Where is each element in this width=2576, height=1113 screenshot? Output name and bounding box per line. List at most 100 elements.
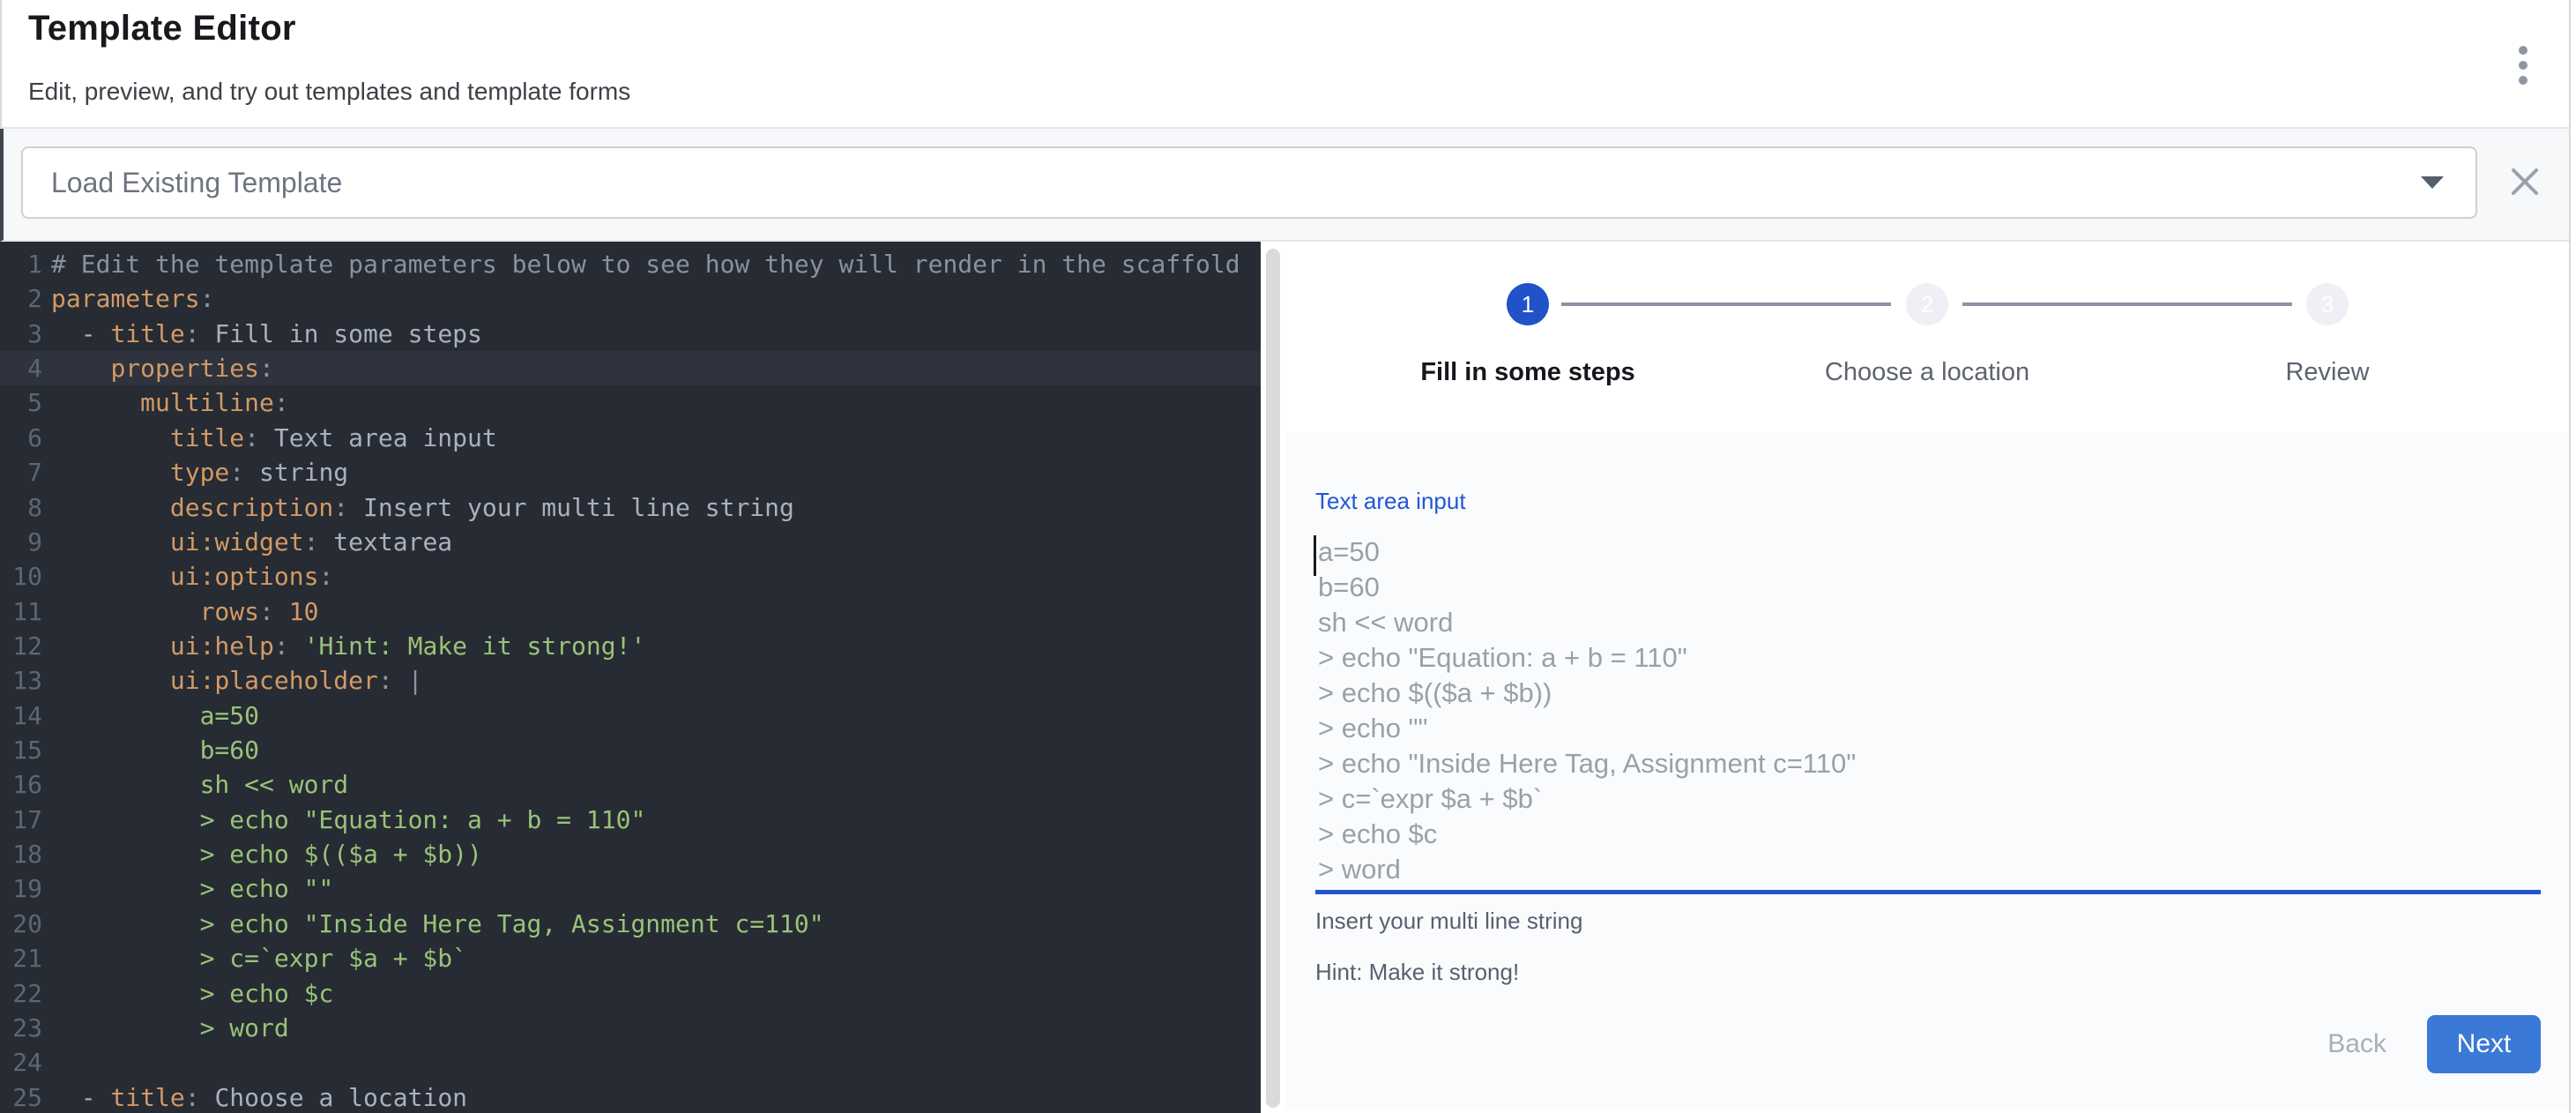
step-number: 3 [2321, 291, 2334, 318]
editor-line[interactable]: 14 a=50 [0, 698, 1261, 733]
code-text: sh << word [42, 767, 348, 802]
line-number: 5 [0, 385, 42, 420]
back-button[interactable]: Back [2312, 1017, 2402, 1072]
code-text: title: Text area input [42, 421, 497, 455]
line-number: 4 [0, 351, 42, 385]
line-number: 9 [0, 525, 42, 559]
code-text: parameters: [42, 281, 214, 316]
step-circle-1: 1 [1507, 283, 1549, 325]
textarea-focus-underline [1315, 890, 2541, 894]
page-subtitle: Edit, preview, and try out templates and… [28, 78, 630, 106]
step-connector [1962, 303, 2292, 306]
code-text: type: string [42, 455, 348, 489]
code-text: - title: Fill in some steps [42, 317, 482, 351]
step-connector [1561, 303, 1891, 306]
load-template-placeholder: Load Existing Template [51, 167, 2421, 199]
line-number: 16 [0, 767, 42, 802]
line-number: 17 [0, 803, 42, 837]
code-text: b=60 [42, 733, 259, 767]
line-number: 2 [0, 281, 42, 316]
editor-line[interactable]: 12 ui:help: 'Hint: Make it strong!' [0, 629, 1261, 663]
form-footer: Back Next [2312, 1015, 2541, 1073]
line-number: 22 [0, 976, 42, 1011]
editor-line[interactable]: 6 title: Text area input [0, 421, 1261, 455]
line-number: 1 [0, 247, 42, 281]
field-label: Text area input [1315, 488, 1466, 515]
line-number: 3 [0, 317, 42, 351]
field-description: Insert your multi line string [1315, 908, 1582, 935]
multiline-textarea[interactable]: a=50 b=60 sh << word > echo "Equation: a… [1318, 534, 2540, 889]
code-text: ui:placeholder: | [42, 663, 422, 698]
yaml-editor[interactable]: 1# Edit the template parameters below to… [0, 242, 1261, 1113]
editor-line[interactable]: 19 > echo "" [0, 871, 1261, 906]
editor-line[interactable]: 4 properties: [0, 351, 1261, 385]
step-label-2: Choose a location [1733, 358, 2121, 387]
editor-line[interactable]: 1# Edit the template parameters below to… [0, 247, 1261, 281]
editor-line[interactable]: 22 > echo $c [0, 976, 1261, 1011]
field-hint: Hint: Make it strong! [1315, 959, 1519, 986]
editor-line[interactable]: 24 [0, 1045, 1261, 1079]
line-number: 20 [0, 907, 42, 941]
code-text: ui:options: [42, 559, 333, 594]
editor-line[interactable]: 3 - title: Fill in some steps [0, 317, 1261, 351]
code-text: > echo $(($a + $b)) [42, 837, 482, 871]
line-number: 7 [0, 455, 42, 489]
code-text: rows: 10 [42, 594, 318, 629]
line-number: 10 [0, 559, 42, 594]
editor-line[interactable]: 11 rows: 10 [0, 594, 1261, 629]
load-template-select[interactable]: Load Existing Template [21, 146, 2477, 219]
code-text: # Edit the template parameters below to … [42, 247, 1240, 281]
editor-line[interactable]: 16 sh << word [0, 767, 1261, 802]
editor-line[interactable]: 17 > echo "Equation: a + b = 110" [0, 803, 1261, 837]
next-button[interactable]: Next [2427, 1015, 2541, 1073]
editor-line[interactable]: 20 > echo "Inside Here Tag, Assignment c… [0, 907, 1261, 941]
editor-line[interactable]: 7 type: string [0, 455, 1261, 489]
more-vert-icon[interactable] [2505, 46, 2541, 85]
line-number: 18 [0, 837, 42, 871]
step-label-1: Fill in some steps [1334, 358, 1722, 387]
editor-line[interactable]: 10 ui:options: [0, 559, 1261, 594]
window-right-border [2569, 0, 2571, 1113]
step-number: 1 [1522, 291, 1534, 318]
close-icon-glyph [2508, 165, 2542, 198]
editor-line[interactable]: 25 - title: Choose a location [0, 1080, 1261, 1113]
editor-line[interactable]: 8 description: Insert your multi line st… [0, 490, 1261, 525]
code-text: description: Insert your multi line stri… [42, 490, 794, 525]
line-number: 19 [0, 871, 42, 906]
code-text: > echo "Inside Here Tag, Assignment c=11… [42, 907, 824, 941]
line-number: 24 [0, 1045, 42, 1079]
code-text: > word [42, 1011, 289, 1045]
code-text: > c=`expr $a + $b` [42, 941, 467, 975]
line-number: 21 [0, 941, 42, 975]
code-text: ui:widget: textarea [42, 525, 452, 559]
step-label-3: Review [2133, 358, 2521, 387]
editor-line[interactable]: 23 > word [0, 1011, 1261, 1045]
editor-line[interactable]: 21 > c=`expr $a + $b` [0, 941, 1261, 975]
line-number: 23 [0, 1011, 42, 1045]
line-number: 14 [0, 698, 42, 733]
line-number: 12 [0, 629, 42, 663]
step-circle-3: 3 [2306, 283, 2349, 325]
code-text: - title: Choose a location [42, 1080, 467, 1113]
close-icon[interactable] [2498, 155, 2551, 208]
editor-line[interactable]: 13 ui:placeholder: | [0, 663, 1261, 698]
vertical-scrollbar[interactable] [1266, 249, 1280, 1108]
editor-line[interactable]: 18 > echo $(($a + $b)) [0, 837, 1261, 871]
code-text: ui:help: 'Hint: Make it strong!' [42, 629, 645, 663]
caret-down-icon [2421, 176, 2444, 189]
code-text: > echo $c [42, 976, 333, 1011]
code-text: > echo "Equation: a + b = 110" [42, 803, 645, 837]
code-text: a=50 [42, 698, 259, 733]
text-cursor [1314, 535, 1316, 576]
form-preview-card: Text area input a=50 b=60 sh << word > e… [1285, 433, 2569, 1109]
page-header: Template Editor Edit, preview, and try o… [0, 0, 2569, 129]
load-template-bar: Load Existing Template [0, 129, 2569, 242]
line-number: 15 [0, 733, 42, 767]
editor-line[interactable]: 2parameters: [0, 281, 1261, 316]
editor-line[interactable]: 5 multiline: [0, 385, 1261, 420]
line-number: 13 [0, 663, 42, 698]
code-text: > echo "" [42, 871, 333, 906]
editor-line[interactable]: 9 ui:widget: textarea [0, 525, 1261, 559]
editor-line[interactable]: 15 b=60 [0, 733, 1261, 767]
line-number: 8 [0, 490, 42, 525]
